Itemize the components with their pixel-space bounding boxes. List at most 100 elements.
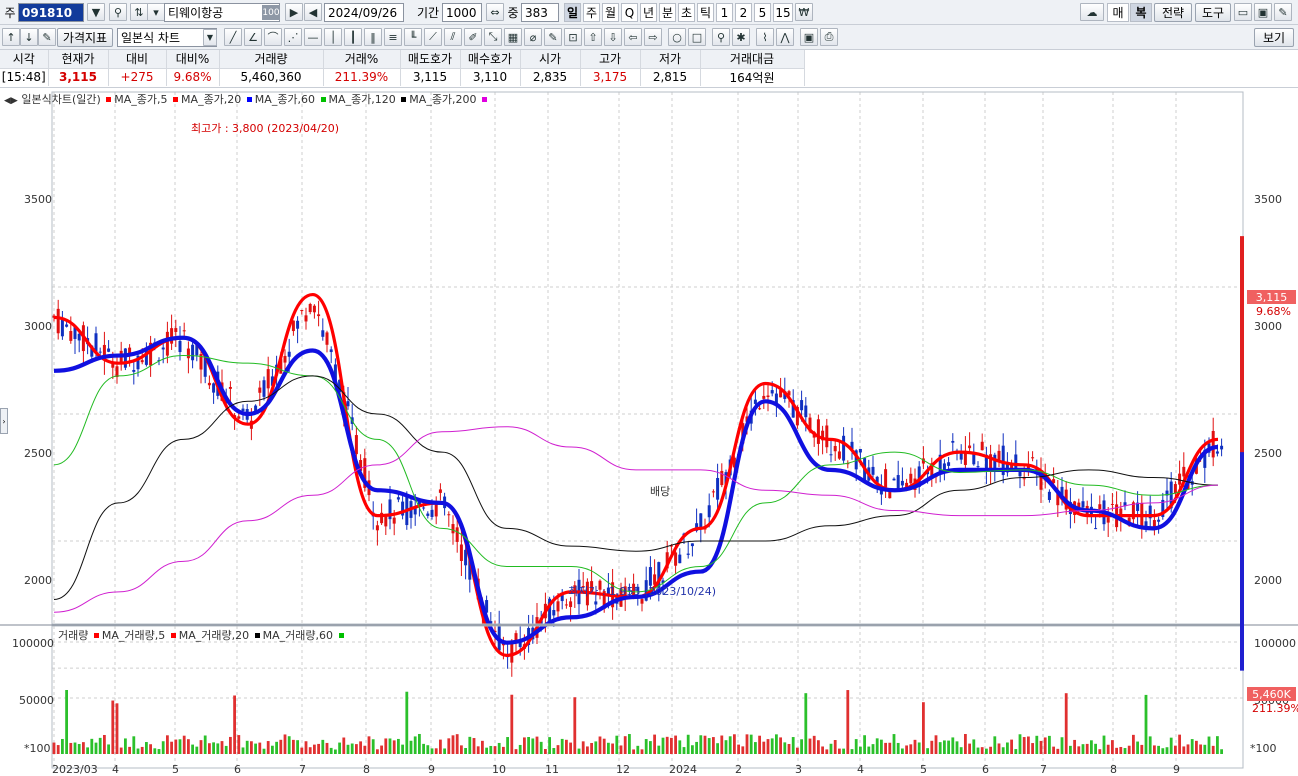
search-icon[interactable]: ⚲ (109, 3, 127, 21)
list-dropdown-icon[interactable]: ▾ (147, 3, 165, 21)
quote-header: 매수호가 (460, 50, 521, 69)
period-1[interactable]: 1 (716, 3, 733, 22)
view-button[interactable]: 보기 (1254, 28, 1294, 47)
code-dropdown-icon[interactable]: ▼ (87, 3, 105, 21)
draw-tool-icon[interactable]: ⌇ (756, 28, 774, 46)
strategy-button[interactable]: 전략 (1154, 3, 1192, 22)
period-minute[interactable]: 분 (659, 3, 676, 22)
volume-bar (1115, 747, 1118, 754)
multi-button[interactable]: 복 (1130, 3, 1152, 22)
draw-tool-icon[interactable]: ⇧ (584, 28, 602, 46)
draw-tool-icon[interactable]: ⌒ (264, 28, 282, 46)
draw-tool-icon[interactable]: ✎ (544, 28, 562, 46)
period-tick[interactable]: 틱 (697, 3, 714, 22)
draw-tool-icon[interactable]: ⋀ (776, 28, 794, 46)
draw-tool-icon[interactable]: □ (688, 28, 706, 46)
draw-tool-icon[interactable]: ⚲ (712, 28, 730, 46)
volume-bar (493, 746, 497, 754)
draw-tool-icon[interactable]: ‖ (364, 28, 382, 46)
draw-tool-icon[interactable]: ▦ (504, 28, 522, 46)
draw-tool-icon[interactable]: ⎙ (820, 28, 838, 46)
draw-tool-icon[interactable]: ⋰ (284, 28, 302, 46)
candle-body (678, 554, 682, 564)
count-input[interactable]: 383 (521, 3, 559, 22)
date-input[interactable]: 2024/09/26 (324, 3, 404, 22)
period-quarter[interactable]: Q (621, 3, 638, 22)
wrench-icon[interactable]: ✎ (1274, 3, 1292, 21)
draw-tool-icon[interactable]: ✐ (464, 28, 482, 46)
draw-tool-icon[interactable]: ≡ (384, 28, 402, 46)
candle-body (191, 344, 195, 361)
chart-type-select[interactable]: 일본식 차트 (117, 28, 217, 47)
draw-tool-icon[interactable]: ∠ (244, 28, 262, 46)
main-toolbar: 주 091810 ▼ ⚲ ⇅ ▾ 티웨이항공 100 ▶ ◀ 2024/09/2… (0, 0, 1298, 25)
chart-type-dropdown-icon[interactable]: ▼ (203, 29, 217, 46)
draw-tool-icon[interactable]: ⊡ (564, 28, 582, 46)
period-second[interactable]: 초 (678, 3, 695, 22)
candle-body (375, 525, 379, 531)
draw-tool-icon[interactable]: ⇩ (604, 28, 622, 46)
draw-tool-icon[interactable]: ╙ (404, 28, 422, 46)
draw-tool-icon[interactable]: ⇨ (644, 28, 662, 46)
scroll-up-icon[interactable]: ↑ (2, 28, 20, 46)
save-icon[interactable]: ▣ (1254, 3, 1272, 21)
volume-bar (388, 738, 392, 754)
stock-code-input[interactable]: 091810 (18, 3, 84, 22)
period-15[interactable]: 15 (773, 3, 793, 22)
volume-bar (707, 738, 711, 754)
candle-body (1182, 466, 1186, 477)
draw-tool-icon[interactable]: ▣ (800, 28, 818, 46)
zoom-fit-icon[interactable]: ⇔ (486, 3, 504, 21)
draw-tool-icon[interactable]: ○ (668, 28, 686, 46)
volume-bar (430, 748, 434, 754)
next-play-icon[interactable]: ▶ (285, 3, 303, 21)
draw-tool-icon[interactable]: ⤡ (484, 28, 502, 46)
price-tick-right: 3500 (1254, 193, 1282, 206)
period-day[interactable]: 일 (564, 3, 581, 22)
edit-icon[interactable]: ✎ (38, 28, 56, 46)
draw-tool-icon[interactable]: ┃ (344, 28, 362, 46)
volume-bar (1081, 744, 1085, 754)
tools-button[interactable]: 도구 (1195, 3, 1231, 22)
chart-settings-icon[interactable]: ₩ (795, 3, 813, 21)
period-5[interactable]: 5 (754, 3, 771, 22)
prev-play-icon[interactable]: ◀ (304, 3, 322, 21)
volume-bar (346, 744, 350, 754)
draw-tool-icon[interactable]: ⟋ (424, 28, 442, 46)
draw-tool-icon[interactable]: — (304, 28, 322, 46)
draw-tool-icon[interactable]: ⌀ (524, 28, 542, 46)
period-input[interactable]: 1000 (442, 3, 482, 22)
folder-icon[interactable]: ▭ (1234, 3, 1252, 21)
volume-bar (220, 741, 224, 754)
price-indicator-button[interactable]: 가격지표 (57, 28, 113, 47)
volume-bar (376, 749, 379, 754)
volume-bar (136, 748, 140, 754)
draw-tool-icon[interactable]: ⇦ (624, 28, 642, 46)
volume-bar (1178, 734, 1181, 754)
buy-button[interactable]: 매 (1107, 3, 1129, 22)
draw-tool-icon[interactable]: ✱ (732, 28, 750, 46)
volume-bar (1111, 740, 1114, 754)
period-year[interactable]: 년 (640, 3, 657, 22)
volume-bar (292, 739, 295, 754)
panel-arrows-icon[interactable]: ◀▶ (4, 96, 18, 106)
period-week[interactable]: 주 (583, 3, 600, 22)
chart-area[interactable] (0, 88, 1298, 776)
candle-body (69, 331, 73, 341)
side-panel-toggle-icon[interactable]: › (0, 408, 8, 434)
draw-tool-icon[interactable]: ⫽ (444, 28, 462, 46)
candle-body (1106, 517, 1110, 523)
volume-bar (187, 739, 190, 754)
volume-bar (182, 735, 186, 754)
period-month[interactable]: 월 (602, 3, 619, 22)
sort-icon[interactable]: ⇅ (130, 3, 148, 21)
draw-tool-icon[interactable]: ╱ (224, 28, 242, 46)
candle-body (1018, 471, 1022, 477)
period-2[interactable]: 2 (735, 3, 752, 22)
legend-swatch (246, 97, 252, 102)
cloud-icon[interactable]: ☁ (1080, 3, 1104, 21)
scroll-down-icon[interactable]: ↓ (20, 28, 38, 46)
draw-tool-icon[interactable]: │ (324, 28, 342, 46)
volume-bar (460, 745, 463, 754)
candle-body (1098, 504, 1102, 510)
